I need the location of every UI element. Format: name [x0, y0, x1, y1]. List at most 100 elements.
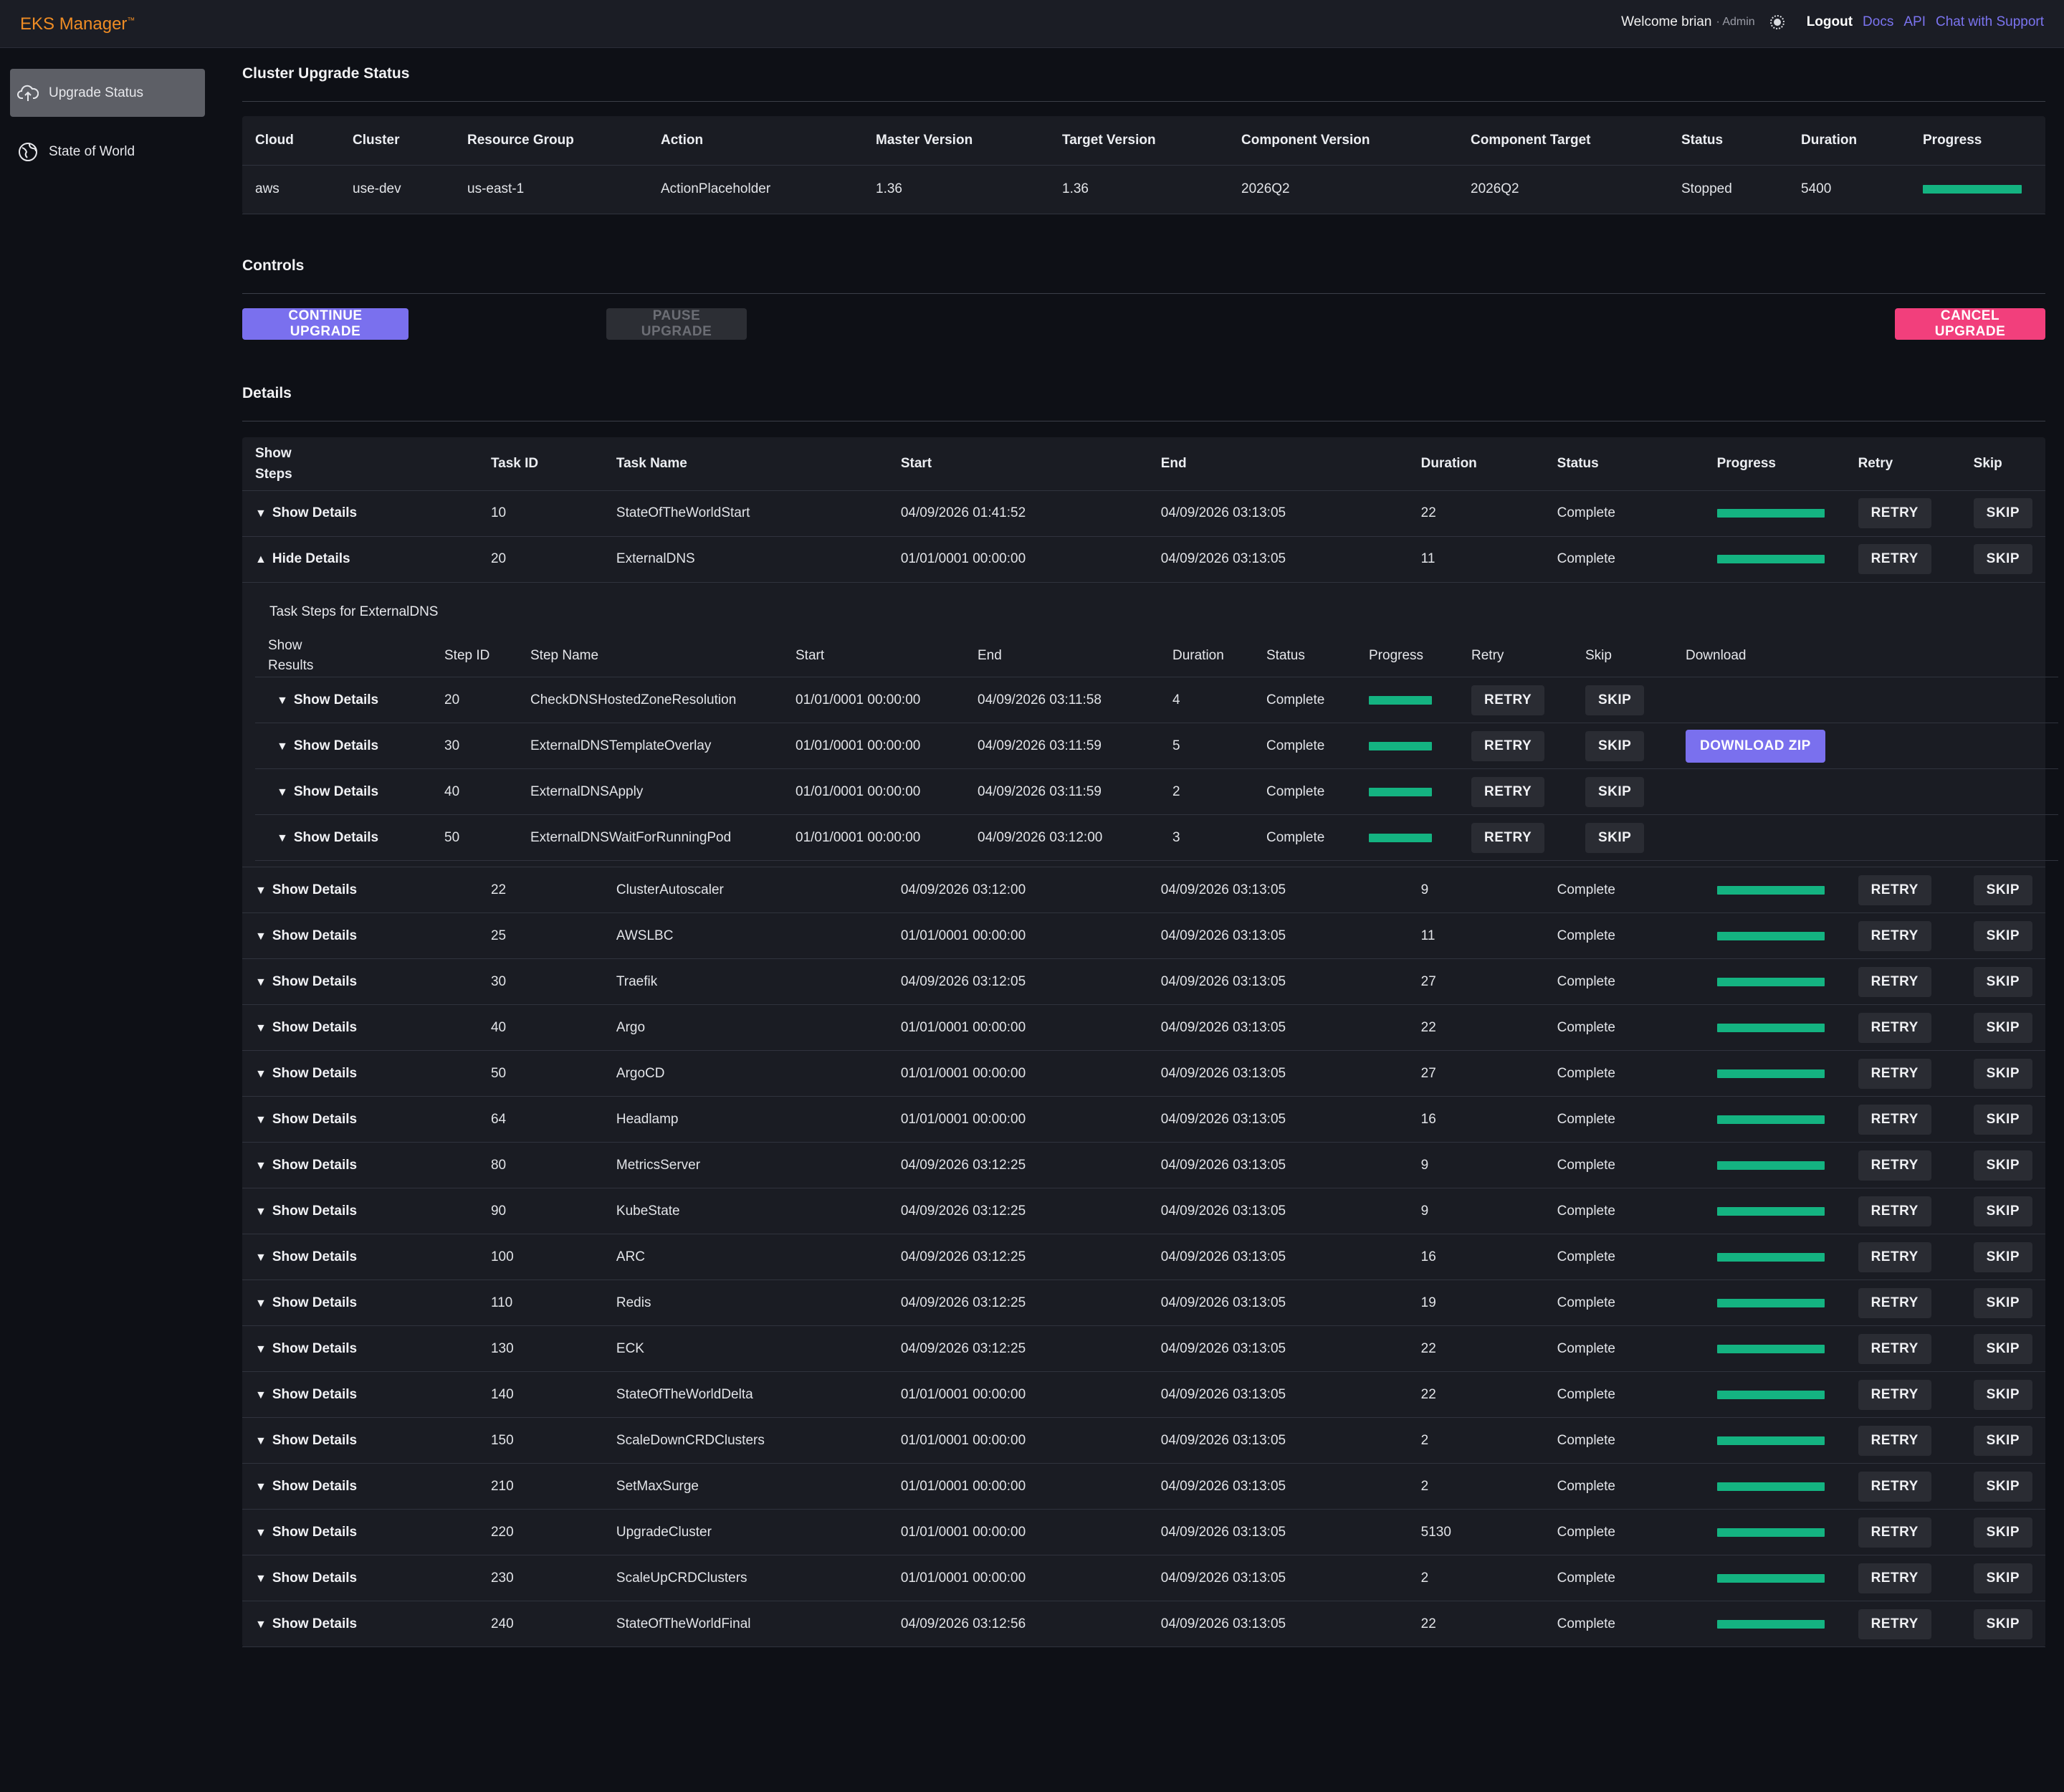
download-zip-button[interactable]: DOWNLOAD ZIP	[1686, 729, 1825, 763]
skip-button[interactable]: SKIP	[1973, 1608, 2032, 1639]
retry-button[interactable]: RETRY	[1858, 1425, 1931, 1456]
skip-button[interactable]: SKIP	[1973, 874, 2032, 905]
skip-button[interactable]: SKIP	[1973, 1333, 2032, 1364]
support-link[interactable]: Chat with Support	[1936, 14, 2044, 30]
retry-button[interactable]: RETRY	[1858, 544, 1931, 574]
retry-button[interactable]: RETRY	[1858, 1150, 1931, 1181]
skip-button[interactable]: SKIP	[1973, 966, 2032, 997]
step-retry-cell: RETRY	[1458, 814, 1572, 861]
api-link[interactable]: API	[1903, 14, 1926, 30]
step-id-cell: 40	[431, 768, 517, 815]
skip-button[interactable]: SKIP	[1973, 1196, 2032, 1226]
skip-button[interactable]: SKIP	[1973, 1241, 2032, 1272]
retry-button[interactable]: RETRY	[1471, 776, 1545, 807]
continue-upgrade-button[interactable]: CONTINUE UPGRADE	[242, 308, 408, 340]
show-details-toggle[interactable]: ▼ Show Details	[277, 738, 378, 753]
step-status-cell: Complete	[1253, 677, 1356, 723]
retry-button[interactable]: RETRY	[1858, 1563, 1931, 1593]
steps-table: Show Results Step ID Step Name Start End Durat…	[255, 635, 2058, 861]
retry-button[interactable]: RETRY	[1858, 1471, 1931, 1502]
skip-button[interactable]: SKIP	[1973, 544, 2032, 574]
app-logo[interactable]: EKS Manager™	[20, 14, 135, 34]
hide-details-toggle[interactable]: ▲ Hide Details	[255, 551, 350, 566]
show-details-toggle[interactable]: ▼ Show Details	[255, 505, 357, 520]
retry-button[interactable]: RETRY	[1471, 730, 1545, 761]
skip-button[interactable]: SKIP	[1973, 1517, 2032, 1548]
skip-button[interactable]: SKIP	[1973, 498, 2032, 528]
caret-down-icon: ▼	[277, 694, 288, 707]
docs-link[interactable]: Docs	[1863, 14, 1893, 30]
toggle-cell: ▼ Show Details	[242, 1555, 478, 1601]
show-details-toggle[interactable]: ▼ Show Details	[255, 1295, 357, 1310]
retry-button[interactable]: RETRY	[1858, 498, 1931, 528]
task-id-cell: 230	[477, 1555, 603, 1601]
skip-button[interactable]: SKIP	[1973, 1563, 2032, 1593]
progress-cell	[1704, 912, 1845, 959]
end-cell: 04/09/2026 03:13:05	[1147, 1463, 1408, 1510]
toggle-cell: ▲ Hide Details	[242, 536, 478, 583]
show-details-toggle[interactable]: ▼ Show Details	[255, 1571, 357, 1586]
step-start-cell: 01/01/0001 00:00:00	[783, 677, 965, 723]
show-details-toggle[interactable]: ▼ Show Details	[255, 1525, 357, 1540]
retry-cell: RETRY	[1845, 1371, 1961, 1418]
sidebar-item-upgrade-status[interactable]: Upgrade Status	[10, 69, 205, 117]
retry-button[interactable]: RETRY	[1858, 1517, 1931, 1548]
show-details-toggle[interactable]: ▼ Show Details	[255, 1158, 357, 1173]
start-cell: 01/01/0001 00:00:00	[887, 536, 1148, 583]
show-details-toggle[interactable]: ▼ Show Details	[255, 1341, 357, 1356]
retry-cell: RETRY	[1845, 1463, 1961, 1510]
show-details-toggle[interactable]: ▼ Show Details	[255, 1020, 357, 1035]
globe-icon	[17, 141, 39, 163]
task-id-cell: 220	[477, 1509, 603, 1555]
skip-button[interactable]: SKIP	[1973, 1379, 2032, 1410]
show-details-toggle[interactable]: ▼ Show Details	[255, 1204, 357, 1219]
skip-button[interactable]: SKIP	[1973, 1287, 2032, 1318]
skip-button[interactable]: SKIP	[1585, 776, 1645, 807]
theme-toggle-icon[interactable]	[1769, 14, 1785, 30]
show-details-toggle[interactable]: ▼ Show Details	[255, 1616, 357, 1631]
show-details-toggle[interactable]: ▼ Show Details	[255, 974, 357, 989]
show-details-toggle[interactable]: ▼ Show Details	[255, 1479, 357, 1494]
skip-button[interactable]: SKIP	[1973, 1471, 2032, 1502]
show-details-toggle[interactable]: ▼ Show Details	[277, 692, 378, 707]
show-details-toggle[interactable]: ▼ Show Details	[255, 1066, 357, 1081]
retry-button[interactable]: RETRY	[1858, 1333, 1931, 1364]
retry-button[interactable]: RETRY	[1471, 822, 1545, 853]
retry-button[interactable]: RETRY	[1858, 1608, 1931, 1639]
skip-button[interactable]: SKIP	[1973, 1012, 2032, 1043]
retry-button[interactable]: RETRY	[1858, 1379, 1931, 1410]
pause-upgrade-button[interactable]: PAUSE UPGRADE	[606, 308, 747, 340]
retry-button[interactable]: RETRY	[1858, 920, 1931, 951]
skip-button[interactable]: SKIP	[1585, 822, 1645, 853]
skip-button[interactable]: SKIP	[1585, 730, 1645, 761]
retry-button[interactable]: RETRY	[1471, 685, 1545, 715]
skip-button[interactable]: SKIP	[1973, 1425, 2032, 1456]
retry-button[interactable]: RETRY	[1858, 1104, 1931, 1135]
retry-button[interactable]: RETRY	[1858, 966, 1931, 997]
retry-button[interactable]: RETRY	[1858, 1287, 1931, 1318]
retry-button[interactable]: RETRY	[1858, 874, 1931, 905]
cancel-upgrade-button[interactable]: CANCEL UPGRADE	[1895, 308, 2045, 340]
show-details-toggle[interactable]: ▼ Show Details	[255, 928, 357, 943]
show-details-toggle[interactable]: ▼ Show Details	[255, 1433, 357, 1448]
retry-button[interactable]: RETRY	[1858, 1012, 1931, 1043]
skip-button[interactable]: SKIP	[1585, 685, 1645, 715]
retry-button[interactable]: RETRY	[1858, 1058, 1931, 1089]
show-details-toggle[interactable]: ▼ Show Details	[277, 784, 378, 799]
sidebar-item-state-of-world[interactable]: State of World	[10, 128, 205, 176]
retry-button[interactable]: RETRY	[1858, 1241, 1931, 1272]
logout-link[interactable]: Logout	[1807, 14, 1853, 30]
retry-button[interactable]: RETRY	[1858, 1196, 1931, 1226]
skip-button[interactable]: SKIP	[1973, 1150, 2032, 1181]
skip-button[interactable]: SKIP	[1973, 1058, 2032, 1089]
show-details-toggle[interactable]: ▼ Show Details	[277, 830, 378, 845]
show-details-toggle[interactable]: ▼ Show Details	[255, 1112, 357, 1127]
duration-cell: 9	[1408, 867, 1544, 913]
skip-button[interactable]: SKIP	[1973, 920, 2032, 951]
step-download-cell: DOWNLOAD ZIP	[1673, 723, 2058, 769]
show-details-toggle[interactable]: ▼ Show Details	[255, 1387, 357, 1402]
show-details-toggle[interactable]: ▼ Show Details	[255, 1249, 357, 1264]
status-cell: Complete	[1544, 1096, 1704, 1143]
skip-button[interactable]: SKIP	[1973, 1104, 2032, 1135]
show-details-toggle[interactable]: ▼ Show Details	[255, 882, 357, 897]
